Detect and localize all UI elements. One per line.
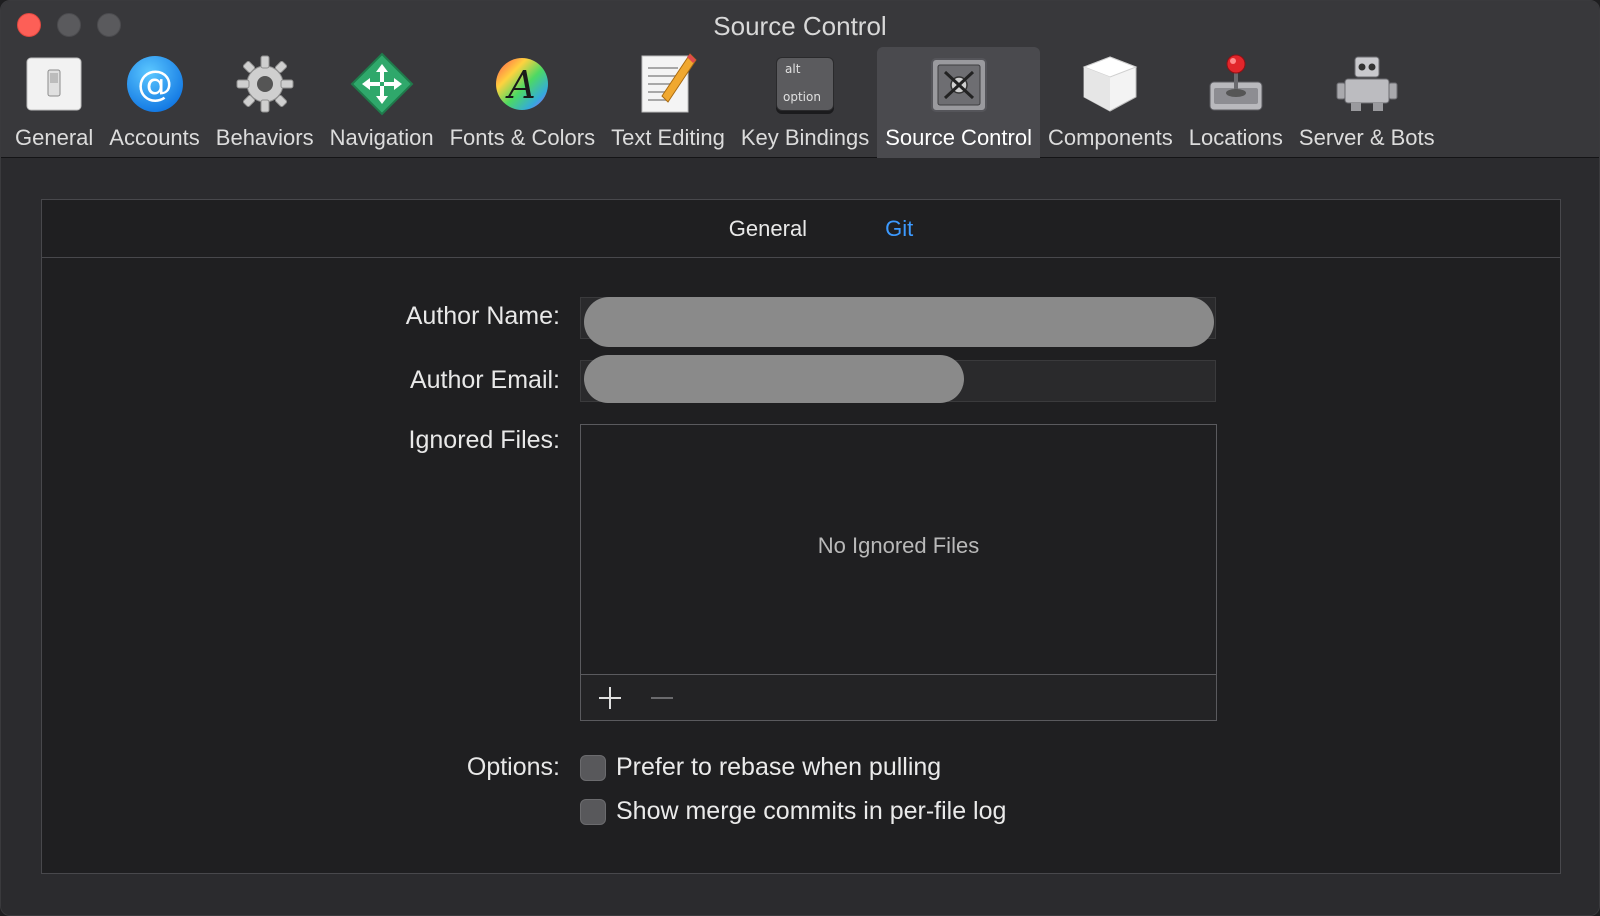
- key-top-text: alt: [785, 62, 801, 76]
- tab-general[interactable]: General: [729, 216, 807, 242]
- git-settings-panel: General Git Author Name: Author Email: I…: [41, 199, 1561, 874]
- rebase-option-row[interactable]: Prefer to rebase when pulling: [580, 753, 941, 782]
- merge-commits-option-row[interactable]: Show merge commits in per-file log: [580, 797, 1006, 826]
- pencil-document-icon: [636, 49, 700, 119]
- gear-icon: [233, 49, 297, 119]
- ignored-files-list[interactable]: No Ignored Files: [580, 424, 1217, 721]
- author-email-field[interactable]: [580, 355, 1216, 403]
- redacted-value: [584, 355, 964, 403]
- toolbar-item-label: Locations: [1188, 125, 1283, 150]
- author-name-label: Author Name:: [405, 302, 560, 330]
- remove-ignored-file-button[interactable]: [647, 683, 677, 713]
- toolbar-item-navigation[interactable]: Navigation: [322, 47, 442, 158]
- plus-icon: [599, 686, 621, 709]
- ignored-files-label: Ignored Files:: [408, 426, 560, 454]
- toolbar-item-components[interactable]: Components: [1040, 47, 1181, 158]
- toolbar-item-label: Server & Bots: [1298, 125, 1435, 150]
- toolbar-item-server-bots[interactable]: Server & Bots: [1291, 47, 1443, 158]
- toolbar-item-label: Source Control: [885, 125, 1032, 150]
- toolbar-item-label: Text Editing: [611, 125, 725, 150]
- rebase-option-label: Prefer to rebase when pulling: [616, 753, 942, 781]
- toolbar-item-accounts[interactable]: @ Accounts: [101, 47, 208, 158]
- toolbar-item-label: General: [15, 125, 94, 150]
- toolbar-item-label: Navigation: [329, 125, 434, 150]
- author-email-label: Author Email:: [409, 366, 560, 394]
- navigation-arrows-icon: [350, 49, 414, 119]
- options-label: Options:: [466, 753, 560, 781]
- font-color-wheel-icon: A: [490, 49, 554, 119]
- tab-git[interactable]: Git: [885, 216, 913, 242]
- package-icon: [1078, 49, 1142, 119]
- toolbar-item-text-editing[interactable]: Text Editing: [603, 47, 733, 158]
- minus-icon: [651, 696, 673, 699]
- rebase-checkbox[interactable]: [580, 754, 606, 781]
- toolbar-item-general[interactable]: General: [7, 47, 101, 158]
- svg-text:@: @: [137, 64, 173, 105]
- merge-commits-option-label: Show merge commits in per-file log: [616, 797, 1007, 825]
- ignored-files-controls: [581, 674, 1216, 720]
- toolbar-item-key-bindings[interactable]: alt option Key Bindings: [733, 47, 877, 158]
- key-bottom-text: option: [783, 90, 821, 104]
- merge-commits-checkbox[interactable]: [580, 798, 606, 825]
- title-bar: Source Control General @ Accounts Behavi…: [1, 1, 1599, 158]
- svg-text:A: A: [506, 63, 536, 107]
- ignored-files-empty-text: No Ignored Files: [817, 533, 980, 558]
- safe-icon: [927, 49, 991, 119]
- add-ignored-file-button[interactable]: [595, 683, 625, 713]
- toolbar-item-locations[interactable]: Locations: [1181, 47, 1291, 158]
- preferences-window: Source Control General @ Accounts Behavi…: [0, 0, 1600, 916]
- at-sign-icon: @: [123, 49, 187, 119]
- preferences-toolbar: General @ Accounts Behaviors Navigation …: [7, 47, 1443, 158]
- toolbar-item-label: Accounts: [109, 125, 200, 150]
- redacted-value: [584, 297, 1214, 347]
- switch-icon: [22, 49, 86, 119]
- toolbar-item-source-control[interactable]: Source Control: [877, 47, 1040, 158]
- toolbar-item-fonts-colors[interactable]: A Fonts & Colors: [442, 47, 604, 158]
- window-title: Source Control: [713, 11, 887, 41]
- disk-joystick-icon: [1204, 49, 1268, 119]
- toolbar-item-label: Components: [1047, 125, 1173, 150]
- segmented-tabs: General Git: [42, 200, 1560, 258]
- toolbar-item-label: Key Bindings: [740, 125, 870, 150]
- preferences-content: General Git Author Name: Author Email: I…: [1, 158, 1599, 915]
- robot-icon: [1335, 49, 1399, 119]
- option-key-icon: alt option: [773, 49, 837, 119]
- toolbar-item-label: Behaviors: [215, 125, 314, 150]
- author-name-field[interactable]: [580, 297, 1216, 347]
- toolbar-item-behaviors[interactable]: Behaviors: [208, 47, 322, 158]
- toolbar-item-label: Fonts & Colors: [449, 125, 596, 150]
